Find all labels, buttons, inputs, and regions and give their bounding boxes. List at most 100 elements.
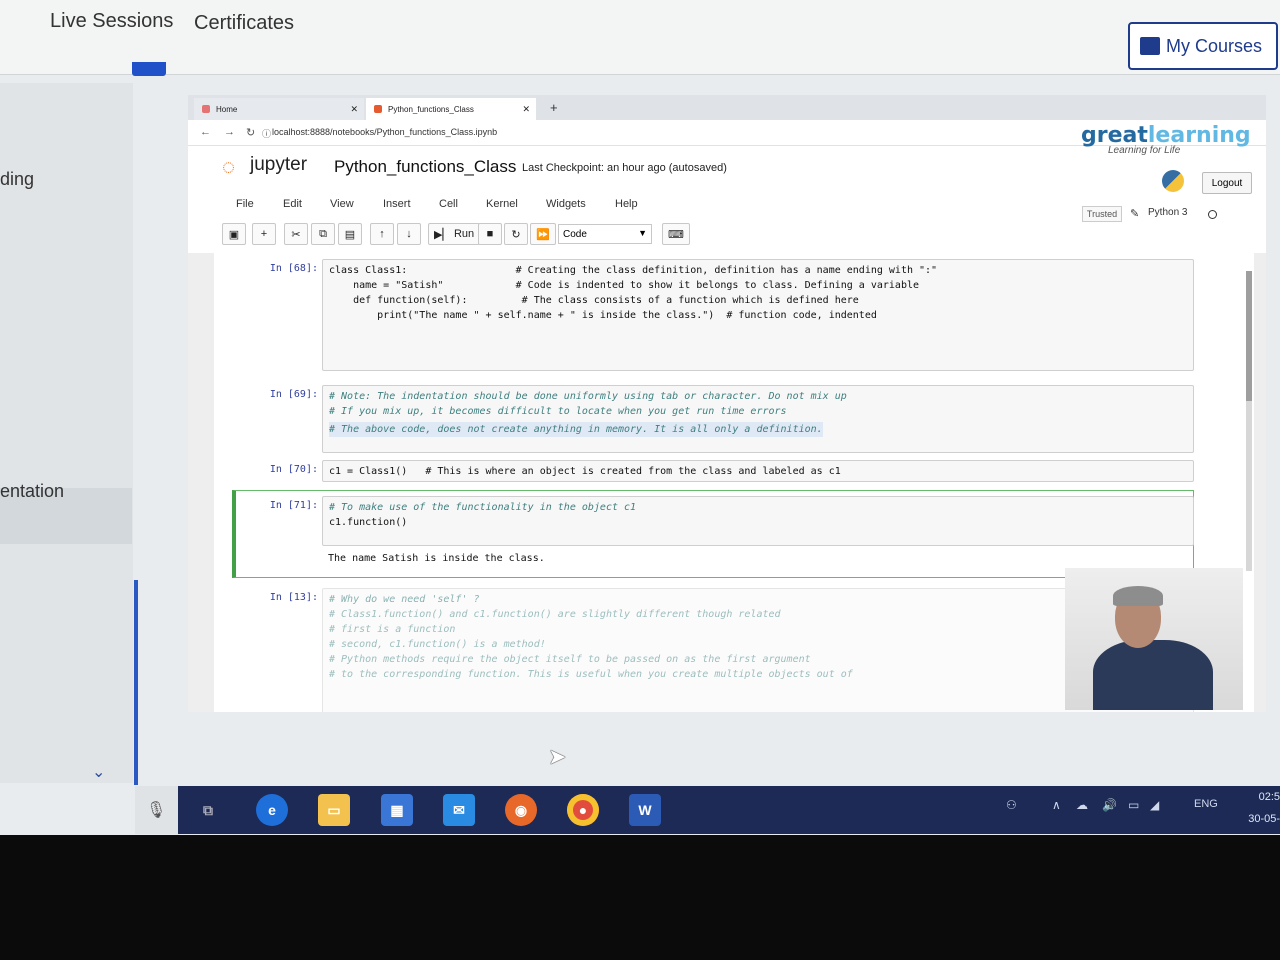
cell-output: The name Satish is inside the class. <box>328 553 545 564</box>
url-input[interactable]: localhost:8888/notebooks/Python_function… <box>272 127 497 137</box>
menu-help[interactable]: Help <box>615 198 638 210</box>
notebook-name[interactable]: Python_functions_Class <box>334 157 516 177</box>
menu-file[interactable]: File <box>236 198 254 210</box>
cut-icon[interactable]: ✂ <box>284 223 308 245</box>
screen: Live Sessions Certificates My Courses di… <box>0 0 1280 835</box>
taskbar: ⧉ e ▭ ▦ ✉ ◉ ● W ⚇ ∧ ☁ 🔊 ▭ ◢ ENG 02:5 30-… <box>178 786 1280 834</box>
run-button[interactable]: ▶▏ Run <box>428 223 481 245</box>
microphone-icon[interactable]: 🎙 <box>146 800 166 820</box>
cell-input[interactable]: # Why do we need 'self' ? # Class1.funct… <box>322 588 1194 712</box>
cell-input[interactable]: class Class1: # Creating the class defin… <box>322 259 1194 371</box>
move-down-icon[interactable]: ↓ <box>397 223 421 245</box>
info-icon[interactable]: ⓘ <box>262 127 271 140</box>
sidebar-item-1[interactable]: ding <box>0 169 34 190</box>
nav-certificates[interactable]: Certificates <box>194 12 294 35</box>
menu-kernel[interactable]: Kernel <box>486 198 518 210</box>
sidebar-item-2[interactable]: entation <box>0 481 64 502</box>
menu-view[interactable]: View <box>330 198 354 210</box>
edge-icon[interactable]: e <box>256 794 288 826</box>
tab-notebook[interactable]: Python_functions_Class ✕ <box>366 98 536 120</box>
cell-input[interactable]: c1 = Class1() # This is where an object … <box>322 460 1194 482</box>
keyboard-icon[interactable]: ⌨ <box>662 223 690 245</box>
code-line: # If you mix up, it becomes difficult to… <box>329 406 787 417</box>
save-icon[interactable]: ▣ <box>222 223 246 245</box>
paste-icon[interactable]: ▤ <box>338 223 362 245</box>
language-indicator[interactable]: ENG <box>1194 798 1218 810</box>
presenter-hair <box>1113 586 1163 606</box>
onedrive-icon[interactable]: ☁ <box>1076 798 1088 812</box>
menubar: File Edit View Insert Cell Kernel Widget… <box>222 193 1262 222</box>
favicon-icon <box>374 105 382 113</box>
stop-icon[interactable]: ■ <box>478 223 502 245</box>
cell-type-select[interactable]: Code ▼ <box>558 224 652 244</box>
back-icon[interactable]: ← <box>200 126 211 138</box>
tab-home[interactable]: Home ✕ <box>194 98 364 120</box>
close-icon[interactable]: ✕ <box>350 104 358 115</box>
book-icon <box>1140 37 1160 55</box>
python-logo-icon <box>1162 170 1184 192</box>
active-indicator <box>132 62 166 76</box>
cell-prompt: In [70]: <box>269 464 318 475</box>
file-explorer-icon[interactable]: ▭ <box>318 794 350 826</box>
code-line: # Python methods require the object itse… <box>329 654 811 665</box>
scrollbar-thumb[interactable] <box>1246 271 1252 401</box>
my-courses-label: My Courses <box>1166 35 1263 56</box>
chevron-down-icon[interactable]: ⌄ <box>92 762 105 782</box>
my-courses-button[interactable]: My Courses <box>1128 22 1278 70</box>
trusted-badge[interactable]: Trusted <box>1082 206 1122 222</box>
fast-forward-icon[interactable]: ⏩ <box>530 223 556 245</box>
close-icon[interactable]: ✕ <box>522 104 530 115</box>
volume-icon[interactable]: 🔊 <box>1102 798 1117 812</box>
copy-icon[interactable]: ⧉ <box>311 223 335 245</box>
clock[interactable]: 02:5 30-05- <box>1236 786 1280 830</box>
restart-icon[interactable]: ↻ <box>504 223 528 245</box>
add-cell-icon[interactable]: + <box>252 223 276 245</box>
notebook-toolbar: ▣ + ✂ ⧉ ▤ ↑ ↓ ▶▏ Run ■ ↻ ⏩ Code ▼ ⌨ <box>222 223 1022 249</box>
cell-prompt: In [68]: <box>269 263 318 274</box>
menu-edit[interactable]: Edit <box>283 198 302 210</box>
notebook-scrollbar[interactable] <box>1246 271 1252 571</box>
cell-prompt: In [13]: <box>269 592 318 603</box>
jupyter-logo-icon[interactable]: ◌ <box>222 154 235 180</box>
new-tab-button[interactable]: + <box>550 100 558 115</box>
mail-icon[interactable]: ✉ <box>443 794 475 826</box>
menu-cell[interactable]: Cell <box>439 198 458 210</box>
code-line: name = "Satish" # Code is indented to sh… <box>329 280 920 291</box>
cell-input[interactable]: # Note: The indentation should be done u… <box>322 385 1194 453</box>
cell-input[interactable]: # To make use of the functionality in th… <box>322 496 1194 546</box>
kernel-name[interactable]: Python 3 <box>1148 207 1187 218</box>
checkpoint-status: Last Checkpoint: an hour ago (autosaved) <box>522 162 727 174</box>
code-line: print("The name " + self.name + " is ins… <box>329 310 877 321</box>
code-line: # Why do we need 'self' ? <box>329 594 480 605</box>
run-icon: ▶▏ <box>434 228 451 241</box>
people-icon[interactable]: ⚇ <box>1006 798 1017 812</box>
move-up-icon[interactable]: ↑ <box>370 223 394 245</box>
code-line: # second, c1.function() is a method! <box>329 639 546 650</box>
task-view-icon[interactable]: ⧉ <box>192 794 224 826</box>
battery-icon[interactable]: ▭ <box>1128 798 1139 812</box>
tab-label: Home <box>216 104 238 114</box>
nav-live-sessions[interactable]: Live Sessions <box>50 10 173 33</box>
logout-button[interactable]: Logout <box>1202 172 1252 194</box>
pencil-icon[interactable]: ✎ <box>1130 207 1139 220</box>
cell-type-value: Code <box>563 228 587 240</box>
clock-time: 02:5 <box>1258 791 1280 803</box>
reload-icon[interactable]: ↻ <box>246 126 255 139</box>
menu-widgets[interactable]: Widgets <box>546 198 586 210</box>
menu-insert[interactable]: Insert <box>383 198 411 210</box>
jupyter-header: ◌ jupyter Python_functions_Class Last Ch… <box>222 150 1252 194</box>
cell-prompt: In [71]: <box>269 500 318 511</box>
chevron-up-icon[interactable]: ∧ <box>1052 798 1061 812</box>
browser-tabbar: Home ✕ Python_functions_Class ✕ + <box>188 95 1266 120</box>
sidebar-scroll-rail[interactable] <box>134 580 138 785</box>
firefox-icon[interactable]: ◉ <box>505 794 537 826</box>
word-icon[interactable]: W <box>629 794 661 826</box>
store-icon[interactable]: ▦ <box>381 794 413 826</box>
jupyter-logo-text[interactable]: jupyter <box>250 154 307 176</box>
code-line: c1.function() <box>329 517 408 528</box>
site-header: Live Sessions Certificates My Courses <box>0 0 1280 75</box>
wifi-icon[interactable]: ◢ <box>1150 798 1159 812</box>
chrome-icon[interactable]: ● <box>567 794 599 826</box>
code-line: # first is a function <box>329 624 456 635</box>
forward-icon[interactable]: → <box>224 126 235 138</box>
